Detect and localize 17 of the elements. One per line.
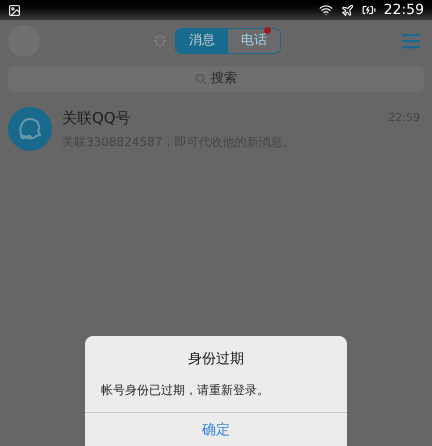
conversation-name: 关联QQ号 (62, 108, 131, 130)
loading-spinner-icon (153, 34, 167, 48)
search-placeholder: 搜索 (211, 70, 237, 88)
image-icon (8, 4, 21, 16)
menu-icon[interactable] (402, 33, 420, 49)
avatar-icon (8, 107, 52, 151)
dialog-message: 帐号身份已过期，请重新登录。 (100, 382, 270, 399)
clock: 22:59 (384, 0, 424, 20)
search-icon (195, 73, 207, 85)
wifi-icon (318, 3, 333, 17)
battery-icon (362, 3, 376, 17)
dialog-title: 身份过期 (187, 350, 245, 369)
airplane-icon (340, 4, 354, 16)
search-field[interactable]: 搜索 (8, 66, 424, 92)
tab[interactable]: 电话 (228, 29, 280, 53)
confirm-button[interactable]: 确定 (85, 413, 347, 446)
tab[interactable]: 消息 (176, 29, 228, 53)
